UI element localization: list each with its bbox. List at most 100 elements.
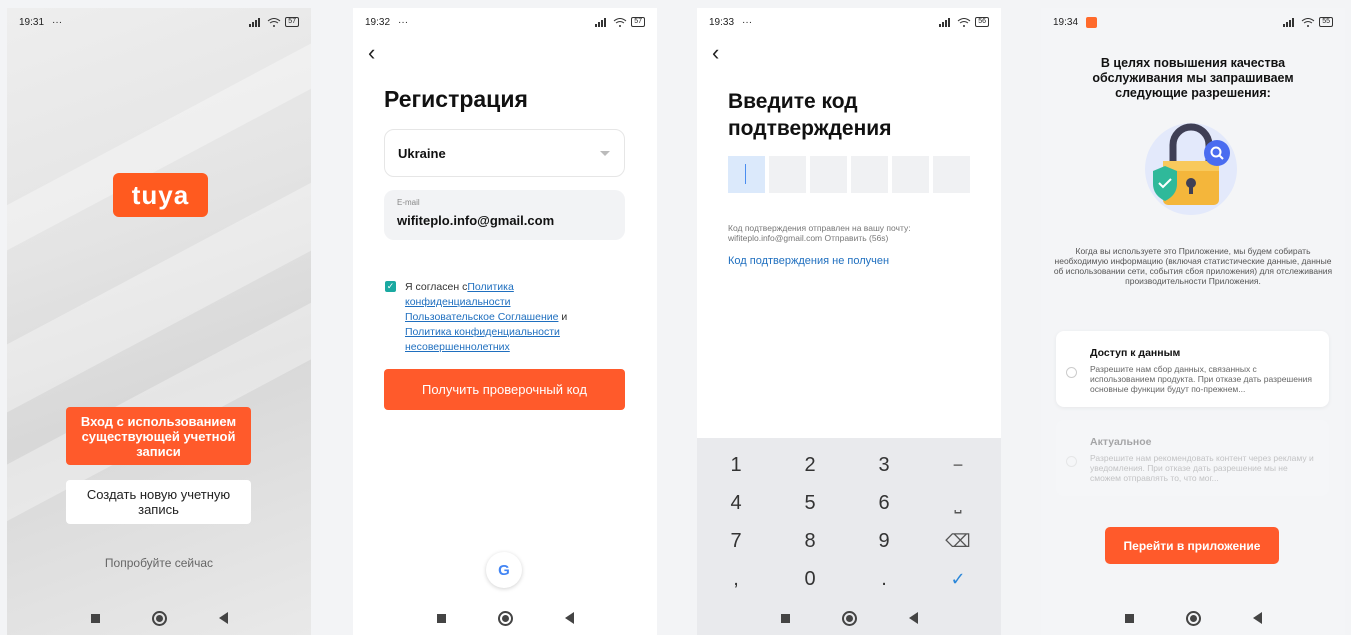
code-not-received-link[interactable]: Код подтверждения не получен [728, 255, 889, 267]
key-7[interactable]: 7 [699, 522, 773, 560]
permission-data-access[interactable]: Доступ к данным Разрешите нам сбор данны… [1056, 331, 1329, 407]
country-select[interactable]: Ukraine [384, 129, 625, 177]
battery-icon: 57 [631, 17, 645, 27]
signal-icon [1283, 17, 1295, 27]
permissions-description: Когда вы используете это Приложение, мы … [1053, 246, 1333, 286]
status-bar: 19:34 55 [1041, 8, 1345, 36]
verification-code-screen: 19:33 ··· 56 ‹ Введите код подтверждения … [697, 8, 1001, 635]
wifi-icon [1301, 17, 1315, 27]
code-cell[interactable] [892, 156, 929, 193]
permission-text: Разрешите нам сбор данных, связанных с и… [1090, 364, 1313, 394]
status-bar: 19:31 ··· 57 [7, 8, 311, 36]
key-9[interactable]: 9 [847, 522, 921, 560]
page-title: Введите код подтверждения [728, 90, 892, 140]
notification-icon [1086, 16, 1098, 28]
code-cell[interactable] [933, 156, 970, 193]
create-account-button[interactable]: Создать новую учетную запись [66, 480, 251, 524]
key-backspace[interactable]: ⌫ [921, 522, 995, 560]
key-comma[interactable]: , [699, 560, 773, 598]
status-dots: ··· [398, 16, 409, 28]
minors-privacy-link[interactable]: Политика конфиденциальности несовершенно… [405, 326, 560, 353]
code-input[interactable] [728, 156, 970, 193]
key-minus[interactable]: − [921, 446, 995, 484]
email-label: E-mail [397, 198, 420, 207]
status-time: 19:32 [365, 16, 391, 28]
code-cell[interactable] [769, 156, 806, 193]
home-icon[interactable] [151, 610, 167, 626]
back-icon[interactable] [1252, 612, 1262, 624]
home-icon[interactable] [1185, 610, 1201, 626]
battery-icon: 57 [285, 17, 299, 27]
radio-button[interactable] [1066, 367, 1077, 378]
back-chevron-icon[interactable]: ‹ [368, 40, 375, 66]
agreement-checkbox[interactable]: ✓ [385, 281, 396, 292]
key-dot[interactable]: . [847, 560, 921, 598]
status-dots: ··· [742, 16, 753, 28]
permission-relevant[interactable]: Актуальное Разрешите нам рекомендовать к… [1056, 420, 1329, 496]
google-login-icon[interactable]: G [486, 552, 522, 588]
user-agreement-link[interactable]: Пользовательское Соглашение [405, 311, 558, 323]
wifi-icon [613, 17, 627, 27]
status-time: 19:31 [19, 16, 45, 28]
back-chevron-icon[interactable]: ‹ [712, 40, 719, 66]
dropdown-arrow-icon [600, 150, 610, 156]
key-5[interactable]: 5 [773, 484, 847, 522]
code-cell[interactable] [728, 156, 765, 193]
system-nav-bar [697, 601, 1001, 635]
back-icon[interactable] [218, 612, 228, 624]
try-now-link[interactable]: Попробуйте сейчас [7, 556, 311, 570]
key-3[interactable]: 3 [847, 446, 921, 484]
home-icon[interactable] [841, 610, 857, 626]
tuya-logo: tuya [113, 173, 208, 217]
system-nav-bar [1041, 601, 1345, 635]
status-bar: 19:33 ··· 56 [697, 8, 1001, 36]
key-8[interactable]: 8 [773, 522, 847, 560]
permission-text: Разрешите нам рекомендовать контент чере… [1090, 453, 1314, 483]
email-value: wifiteplo.info@gmail.com [397, 213, 555, 228]
page-title: В целях повышения качества обслуживания … [1092, 56, 1294, 100]
permission-title: Актуальное [1090, 436, 1152, 448]
wifi-icon [267, 17, 281, 27]
email-field[interactable]: E-mail wifiteplo.info@gmail.com [384, 190, 625, 240]
radio-button[interactable] [1066, 456, 1077, 467]
recents-icon[interactable] [436, 613, 446, 623]
go-to-app-button[interactable]: Перейти в приложение [1105, 527, 1279, 564]
code-cell[interactable] [851, 156, 888, 193]
status-dots: ··· [52, 16, 63, 28]
signal-icon [249, 17, 261, 27]
status-time: 19:34 [1053, 16, 1079, 28]
back-icon[interactable] [908, 612, 918, 624]
status-time: 19:33 [709, 16, 735, 28]
permissions-screen: 19:34 55 В целях повышения качества обсл… [1041, 8, 1345, 635]
key-space[interactable]: ⎵ [921, 484, 995, 522]
recents-icon[interactable] [90, 613, 100, 623]
signal-icon [939, 17, 951, 27]
back-icon[interactable] [564, 612, 574, 624]
agree-and: и [558, 311, 568, 323]
key-0[interactable]: 0 [773, 560, 847, 598]
wifi-icon [957, 17, 971, 27]
system-nav-bar [353, 601, 657, 635]
code-cell[interactable] [810, 156, 847, 193]
recents-icon[interactable] [1124, 613, 1134, 623]
battery-icon: 56 [975, 17, 989, 27]
key-done[interactable]: ✓ [921, 560, 995, 598]
agree-prefix: Я согласен с [405, 281, 468, 293]
status-bar: 19:32 ··· 57 [353, 8, 657, 36]
key-2[interactable]: 2 [773, 446, 847, 484]
page-title: Регистрация [384, 86, 528, 112]
get-code-button[interactable]: Получить проверочный код [384, 369, 625, 410]
signal-icon [595, 17, 607, 27]
key-4[interactable]: 4 [699, 484, 773, 522]
key-1[interactable]: 1 [699, 446, 773, 484]
welcome-screen: 19:31 ··· 57 tuya Вход с использованием с… [7, 8, 311, 635]
country-value: Ukraine [398, 145, 446, 161]
login-existing-account-button[interactable]: Вход с использованием существующей учетн… [66, 407, 251, 465]
battery-icon: 55 [1319, 17, 1333, 27]
system-nav-bar [7, 601, 311, 635]
permission-title: Доступ к данным [1090, 347, 1181, 359]
registration-screen: 19:32 ··· 57 ‹ Регистрация Ukraine E-mail… [353, 8, 657, 635]
key-6[interactable]: 6 [847, 484, 921, 522]
home-icon[interactable] [497, 610, 513, 626]
recents-icon[interactable] [780, 613, 790, 623]
